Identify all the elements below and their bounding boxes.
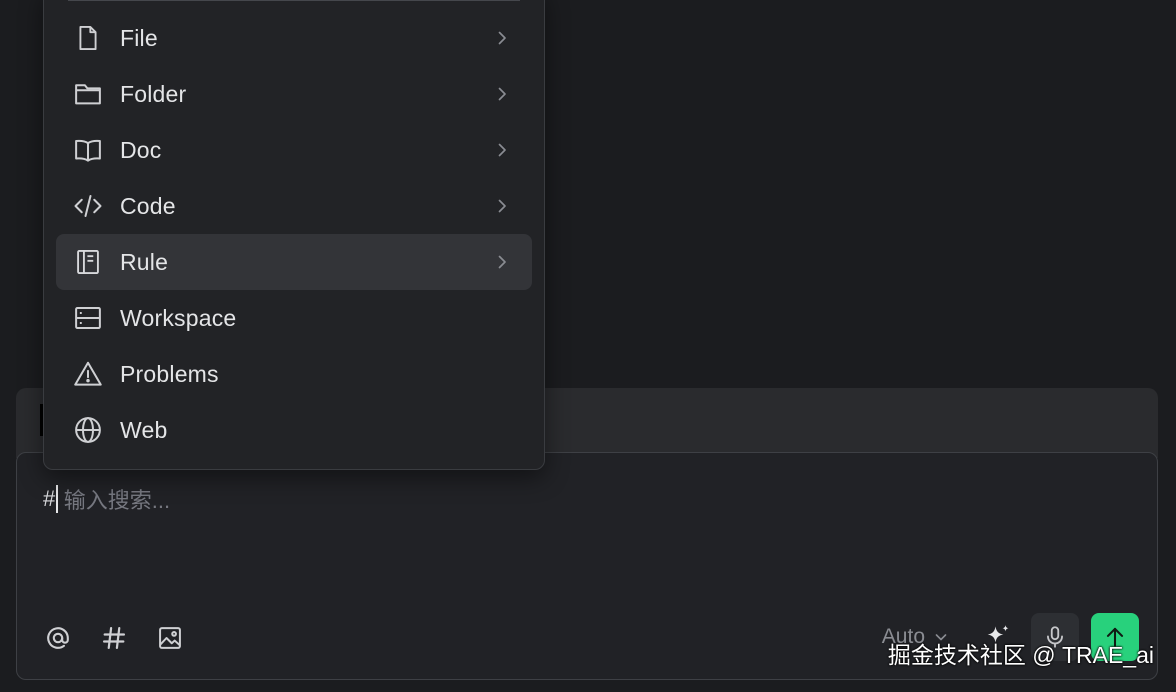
rule-icon [72,246,104,278]
chevron-right-icon [498,87,506,101]
menu-item-workspace[interactable]: Workspace [56,290,532,346]
workspace-icon [72,302,104,334]
menu-item-label: Web [120,416,168,443]
hash-prefix: # [43,486,56,511]
menu-item-doc[interactable]: Doc [56,122,532,178]
warning-icon [72,358,104,390]
chevron-right-icon [498,255,506,269]
book-icon [72,134,104,166]
folder-icon [72,78,104,110]
menu-item-label: Code [120,192,176,219]
hash-button[interactable] [99,623,129,653]
menu-item-web[interactable]: Web [56,402,532,458]
hash-icon [102,626,126,650]
chevron-right-icon [498,31,506,45]
menu-item-code[interactable]: Code [56,178,532,234]
menu-item-folder[interactable]: Folder [56,66,532,122]
search-placeholder: 输入搜索... [63,488,171,513]
at-icon [47,627,69,649]
text-caret [56,485,58,513]
globe-icon [72,414,104,446]
menu-item-label: Rule [120,248,169,275]
context-type-menu: File Folder Doc Code Rule Workspace Prob… [43,0,545,470]
file-icon [72,22,104,54]
input-left-toolbar [43,623,185,653]
menu-item-label: Workspace [120,304,237,331]
search-input[interactable]: # 输入搜索... [43,483,170,515]
mention-button[interactable] [43,623,73,653]
chevron-right-icon [498,199,506,213]
menu-item-label: Problems [120,360,219,387]
menu-item-label: File [120,24,158,51]
menu-item-problems[interactable]: Problems [56,346,532,402]
menu-item-label: Folder [120,80,187,107]
chevron-right-icon [498,143,506,157]
code-icon [72,190,104,222]
watermark: 掘金技术社区 @ TRAE_ai [887,642,1154,668]
image-icon [159,627,181,649]
menu-divider [68,0,520,1]
menu-item-file[interactable]: File [56,10,532,66]
menu-item-rule[interactable]: Rule [56,234,532,290]
menu-item-label: Doc [120,136,162,163]
image-upload-button[interactable] [155,623,185,653]
